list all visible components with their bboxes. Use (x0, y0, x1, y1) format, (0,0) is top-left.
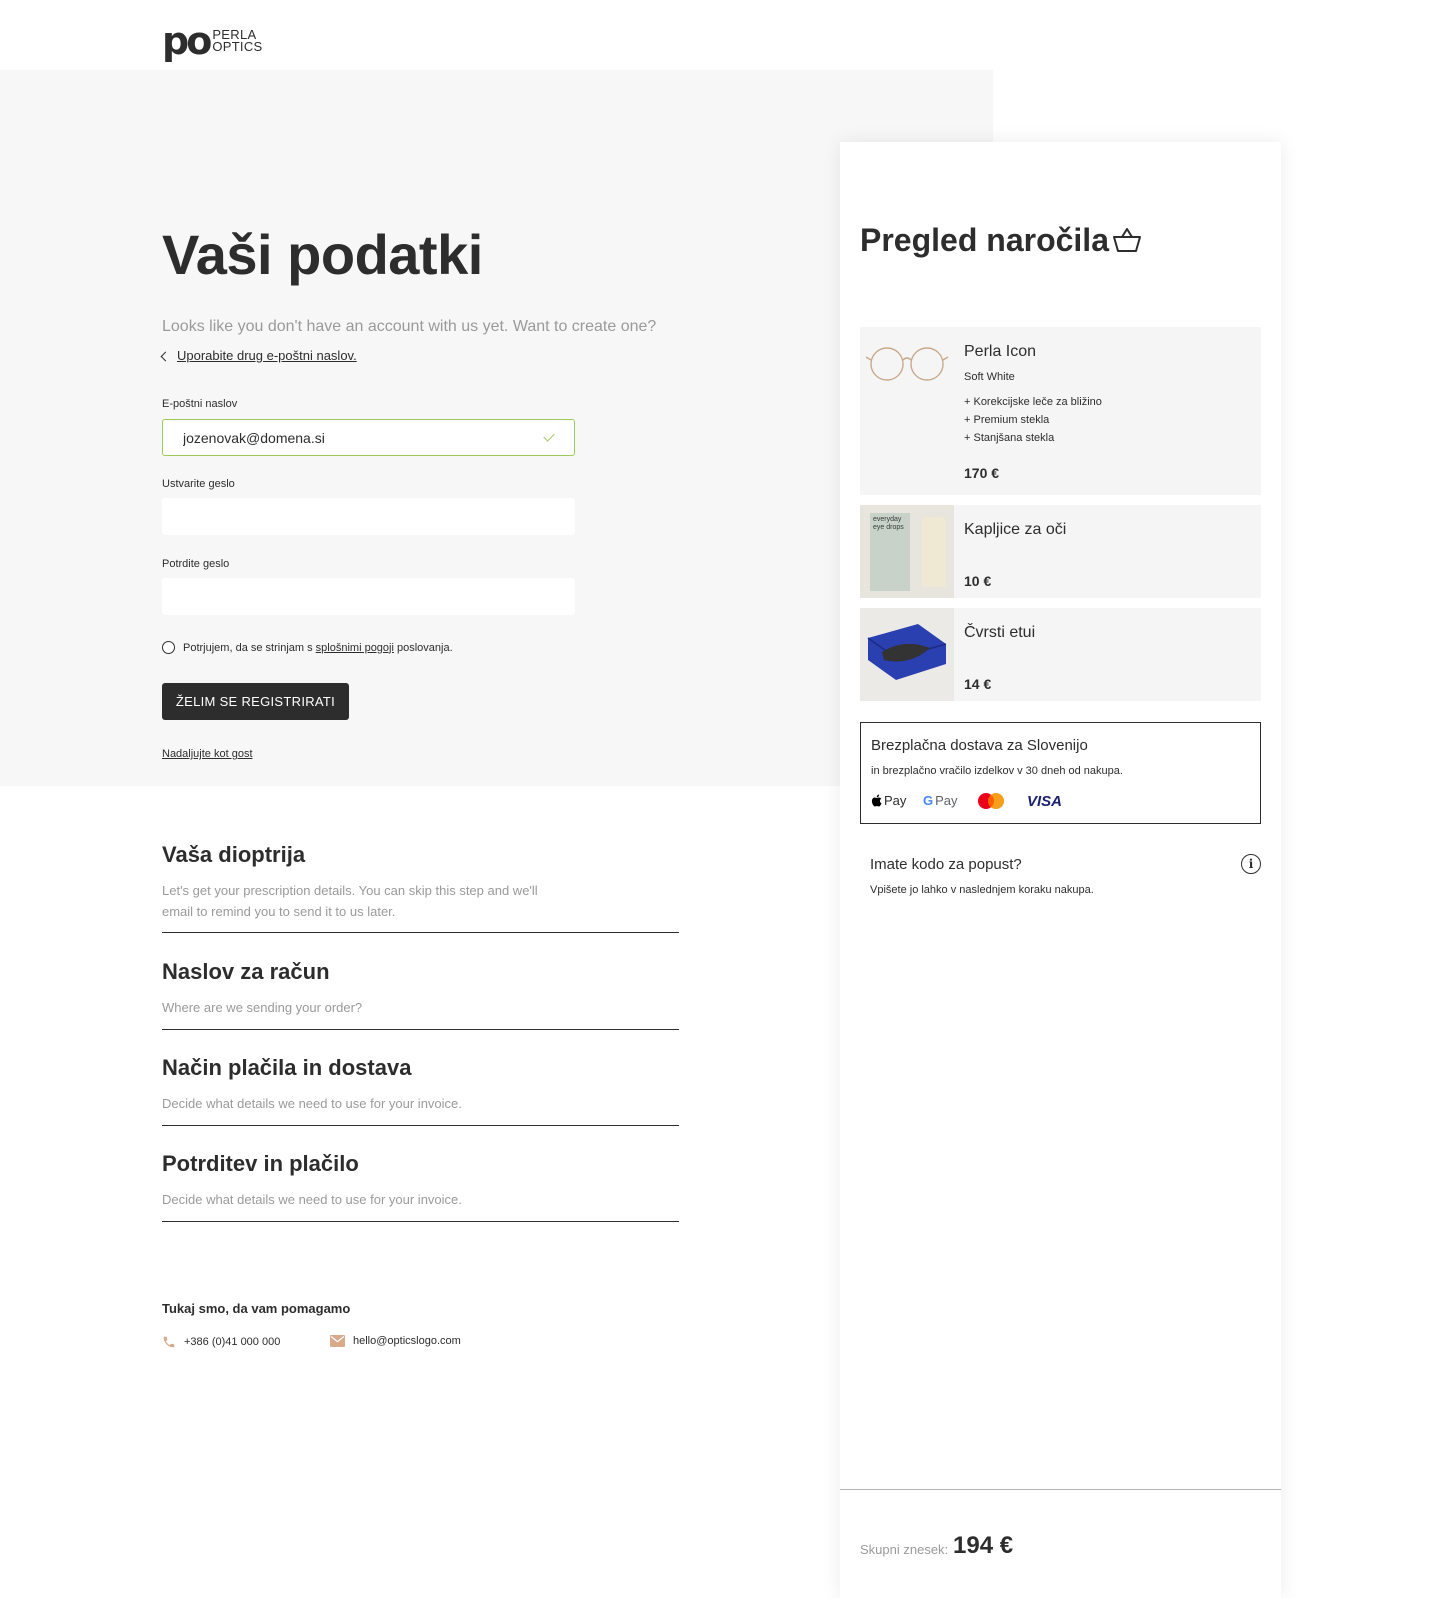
shipping-subtitle: in brezplačno vračilo izdelkov v 30 dneh… (871, 765, 1123, 777)
promo-subtitle: Vpišete jo lahko v naslednjem koraku nak… (870, 884, 1094, 896)
apple-pay-text: Pay (884, 793, 907, 808)
item-price: 10 € (964, 573, 992, 589)
order-summary-card: Pregled naročila Perla Icon Soft White +… (840, 142, 1281, 1598)
help-title: Tukaj smo, da vam pomagamo (162, 1301, 351, 1316)
item-name: Kapljice za oči (964, 521, 1067, 538)
logo-mark: po (162, 19, 212, 63)
step-title: Način plačila in dostava (162, 1055, 412, 1080)
confirm-password-label: Potrdite geslo (162, 558, 230, 570)
order-item[interactable]: Čvrsti etui 14 € (860, 608, 1261, 701)
eye-drops-box-text-2: eye drops (873, 524, 904, 531)
password-label: Ustvarite geslo (162, 478, 235, 490)
help-phone-text: +386 (0)41 000 000 (184, 1336, 281, 1348)
password-field-wrapper (162, 498, 575, 535)
item-price: 14 € (964, 676, 992, 692)
email-field[interactable] (163, 420, 574, 455)
help-email-text: hello@opticslogo.com (353, 1335, 461, 1347)
free-shipping-box: Brezplačna dostava za Slovenijo in brezp… (860, 722, 1261, 824)
password-field[interactable] (163, 499, 574, 534)
shipping-title: Brezplačna dostava za Slovenijo (871, 737, 1088, 754)
chevron-left-icon (160, 351, 171, 361)
step-payment-delivery[interactable]: Način plačila in dostava Decide what det… (162, 1055, 679, 1126)
terms-suffix: poslovanja. (397, 641, 453, 654)
email-label: E-poštni naslov (162, 398, 238, 410)
item-option: + Premium stekla (964, 414, 1050, 426)
step-billing-address[interactable]: Naslov za račun Where are we sending you… (162, 959, 679, 1030)
order-item[interactable]: everyday eye drops Kapljice za oči 10 € (860, 505, 1261, 598)
terms-text: Potrjujem, da se strinjam s splošnimi po… (183, 642, 453, 654)
terms-prefix: Potrjujem, da se strinjam s (183, 641, 313, 654)
order-summary-title: Pregled naročila (860, 222, 1109, 258)
mastercard-icon (978, 793, 1004, 809)
google-pay-logo: G Pay (923, 793, 958, 808)
info-icon[interactable]: i (1241, 854, 1261, 874)
eye-drops-bottle (922, 517, 946, 587)
apple-pay-logo: Pay (871, 793, 906, 808)
terms-row: Potrjujem, da se strinjam s splošnimi po… (162, 641, 453, 654)
eye-drops-image: everyday eye drops (860, 505, 954, 598)
help-email[interactable]: hello@opticslogo.com (330, 1335, 461, 1347)
total-label: Skupni znesek: (860, 1542, 949, 1557)
item-options: + Korekcijske leče za bližino + Premium … (964, 393, 1102, 447)
logo-wordmark: PERLA OPTICS (212, 28, 263, 54)
step-confirm-pay[interactable]: Potrditev in plačilo Decide what details… (162, 1151, 679, 1222)
step-description: Decide what details we need to use for y… (162, 1192, 462, 1207)
item-name: Perla Icon (964, 343, 1037, 360)
total-divider (840, 1489, 1281, 1490)
use-other-email-label: Uporabite drug e-poštni naslov. (177, 348, 357, 363)
item-option: + Stanjšana stekla (964, 432, 1055, 444)
promo-title: Imate kodo za popust? (870, 856, 1022, 873)
apple-icon (871, 794, 882, 807)
step-title: Naslov za račun (162, 959, 330, 984)
confirm-password-field[interactable] (163, 579, 574, 614)
step-description: Where are we sending your order? (162, 1000, 363, 1015)
register-button[interactable]: ŽELIM SE REGISTRIRATI (162, 683, 349, 720)
email-field-wrapper (162, 419, 575, 456)
item-variant: Soft White (964, 371, 1015, 383)
phone-icon (163, 1336, 175, 1348)
confirm-password-field-wrapper (162, 578, 575, 615)
step-title: Potrditev in plačilo (162, 1151, 359, 1176)
step-prescription[interactable]: Vaša dioptrija Let's get your prescripti… (162, 842, 679, 933)
page-title: Vaši podatki (162, 223, 483, 286)
glasses-image (865, 347, 949, 381)
use-other-email-link[interactable]: Uporabite drug e-poštni naslov. (160, 348, 357, 363)
item-option: + Korekcijske leče za bližino (964, 396, 1102, 408)
item-price: 170 € (964, 465, 1000, 481)
account-lead-text: Looks like you don't have an account wit… (162, 318, 657, 335)
terms-radio[interactable] (162, 641, 175, 654)
terms-link[interactable]: splošnimi pogoji (316, 642, 394, 654)
brand-logo[interactable]: po PERLA OPTICS (162, 19, 263, 63)
visa-logo: VISA (1027, 793, 1063, 810)
step-title: Vaša dioptrija (162, 842, 306, 867)
item-name: Čvrsti etui (964, 624, 1036, 641)
google-g-icon: G (923, 793, 934, 808)
logo-line-2: OPTICS (212, 39, 263, 54)
mail-icon (330, 1335, 345, 1347)
glasses-case-image (860, 608, 954, 701)
continue-as-guest-link[interactable]: Nadaljujte kot gost (162, 748, 253, 760)
order-item[interactable]: Perla Icon Soft White + Korekcijske leče… (860, 327, 1261, 495)
google-pay-text: Pay (935, 793, 958, 808)
step-description: Decide what details we need to use for y… (162, 1096, 462, 1111)
help-phone[interactable]: +386 (0)41 000 000 (162, 1335, 280, 1349)
eye-drops-box-text-1: everyday (873, 516, 902, 523)
total-value: 194 € (953, 1532, 1014, 1559)
eye-drops-box: everyday eye drops (870, 513, 910, 591)
step-description: Let's get your prescription details. You… (162, 883, 538, 919)
basket-icon[interactable] (1112, 226, 1142, 254)
